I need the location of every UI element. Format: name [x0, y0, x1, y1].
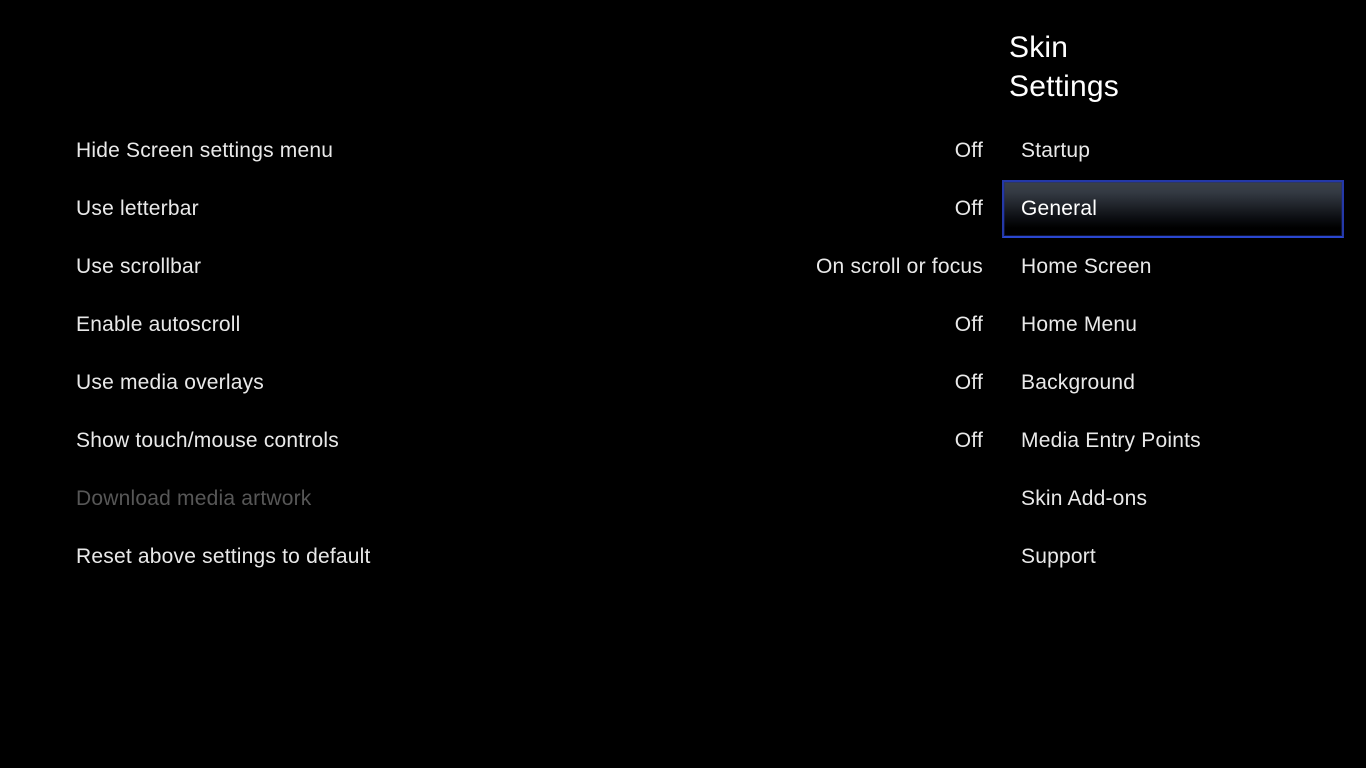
- setting-label: Use letterbar: [76, 197, 199, 220]
- setting-label: Download media artwork: [76, 487, 312, 510]
- page-title-line-1: Skin: [1009, 31, 1069, 64]
- category-item-support[interactable]: Support: [1002, 528, 1344, 586]
- category-item-label: Home Menu: [1021, 313, 1138, 336]
- setting-row[interactable]: Use scrollbar On scroll or focus: [0, 238, 1002, 296]
- category-item-home-screen[interactable]: Home Screen: [1002, 238, 1344, 296]
- category-item-background[interactable]: Background: [1002, 354, 1344, 412]
- category-item-label: General: [1021, 197, 1098, 220]
- setting-value[interactable]: Off: [955, 122, 983, 180]
- setting-row: Download media artwork: [0, 470, 1002, 528]
- setting-row[interactable]: Hide Screen settings menu Off: [0, 122, 1002, 180]
- setting-row[interactable]: Show touch/mouse controls Off: [0, 412, 1002, 470]
- page-title-line-2: Settings: [1009, 70, 1119, 103]
- category-item-general[interactable]: General: [1002, 180, 1344, 238]
- setting-label: Hide Screen settings menu: [76, 139, 334, 162]
- setting-value[interactable]: Off: [955, 296, 983, 354]
- setting-label: Use media overlays: [76, 371, 265, 394]
- setting-label: Use scrollbar: [76, 255, 202, 278]
- category-item-label: Skin Add-ons: [1021, 487, 1148, 510]
- setting-label: Show touch/mouse controls: [76, 429, 339, 452]
- setting-label: Enable autoscroll: [76, 313, 241, 336]
- category-item-label: Startup: [1021, 139, 1091, 162]
- category-item-media-entry-points[interactable]: Media Entry Points: [1002, 412, 1344, 470]
- category-item-label: Media Entry Points: [1021, 429, 1201, 452]
- category-item-label: Background: [1021, 371, 1136, 394]
- category-item-skin-add-ons[interactable]: Skin Add-ons: [1002, 470, 1344, 528]
- settings-list: Hide Screen settings menu Off Use letterba…: [0, 122, 1002, 586]
- setting-label: Reset above settings to default: [76, 545, 371, 568]
- setting-value[interactable]: Off: [955, 180, 983, 238]
- setting-row[interactable]: Reset above settings to default: [0, 528, 1002, 586]
- skin-settings-screen: Hide Screen settings menu Off Use letterba…: [0, 0, 1366, 768]
- setting-value[interactable]: On scroll or focus: [816, 238, 983, 296]
- category-item-home-menu[interactable]: Home Menu: [1002, 296, 1344, 354]
- category-item-label: Support: [1021, 545, 1096, 568]
- setting-row[interactable]: Use letterbar Off: [0, 180, 1002, 238]
- category-list: Startup General Home Screen Home Menu Backgr…: [1002, 122, 1366, 586]
- setting-row[interactable]: Enable autoscroll Off: [0, 296, 1002, 354]
- setting-row[interactable]: Use media overlays Off: [0, 354, 1002, 412]
- category-panel: Skin Settings Startup General Home Screen H…: [1002, 0, 1366, 768]
- category-item-startup[interactable]: Startup: [1002, 122, 1344, 180]
- setting-value[interactable]: Off: [955, 354, 983, 412]
- setting-value[interactable]: Off: [955, 412, 983, 470]
- category-item-label: Home Screen: [1021, 255, 1152, 278]
- page-title: Skin Settings: [1009, 28, 1359, 106]
